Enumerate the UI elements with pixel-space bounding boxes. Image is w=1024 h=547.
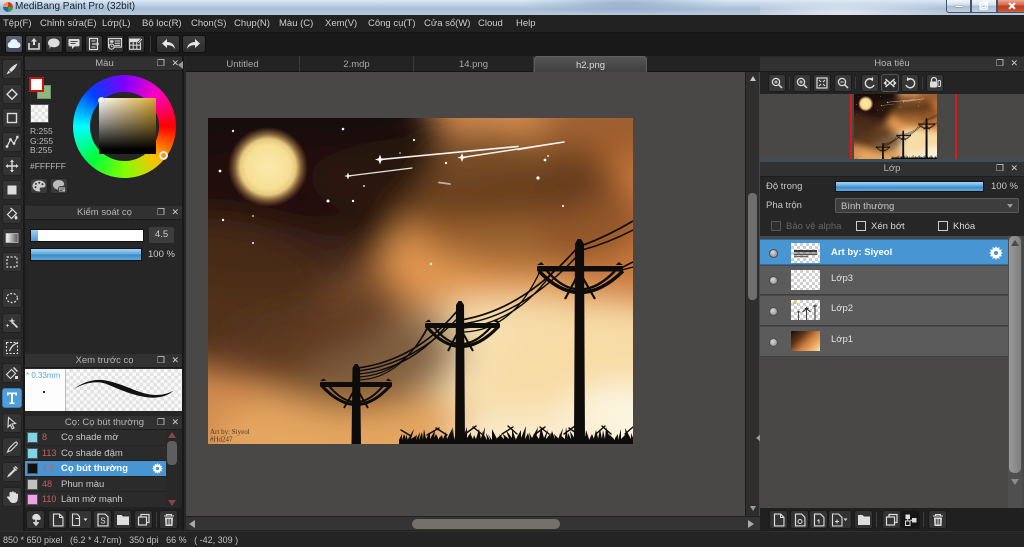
svg-text:#Hd247: #Hd247 bbox=[210, 436, 233, 444]
svg-text:S: S bbox=[100, 516, 105, 525]
